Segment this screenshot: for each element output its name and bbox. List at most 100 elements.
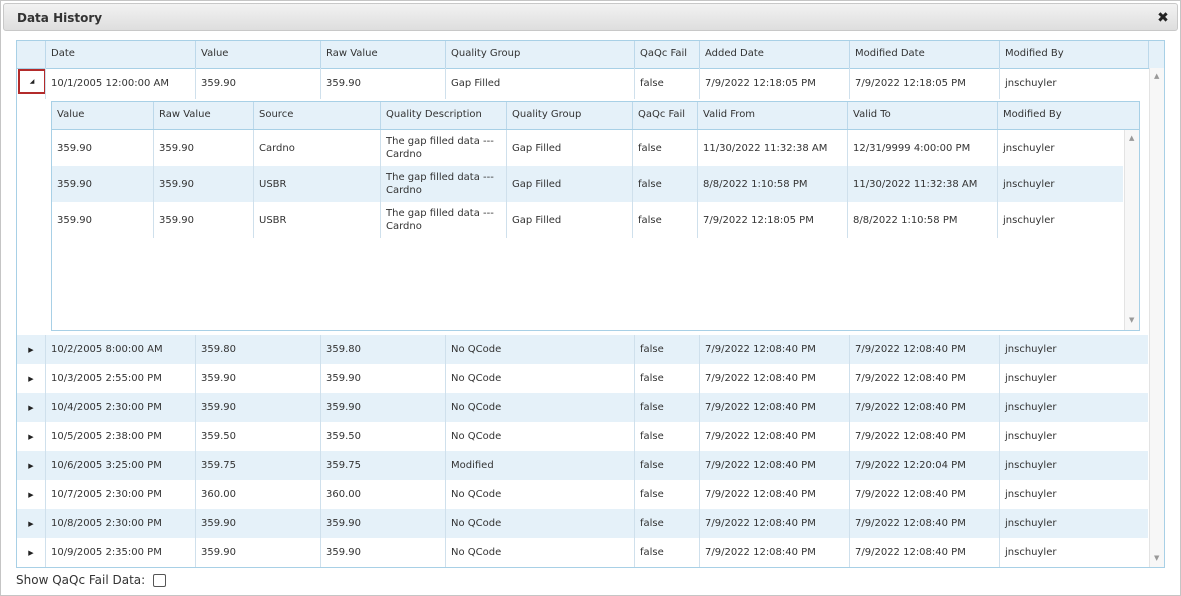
detail-cell-valid-to: 11/30/2022 11:32:38 AM: [847, 166, 997, 202]
detail-column-header-qaqc-fail[interactable]: QaQc Fail: [632, 102, 697, 129]
cell-modified-by: jnschuyler: [999, 393, 1148, 422]
cell-quality-group: No QCode: [445, 538, 634, 567]
cell-modified-by: jnschuyler: [999, 364, 1148, 393]
cell-value: 359.90: [195, 393, 320, 422]
detail-cell-raw-value: 359.90: [153, 202, 253, 238]
table-row[interactable]: ▶ 10/3/2005 2:55:00 PM 359.90 359.90 No QCod…: [17, 364, 1148, 393]
detail-column-header-valid-from[interactable]: Valid From: [697, 102, 847, 129]
cell-date: 10/8/2005 2:30:00 PM: [45, 509, 195, 538]
cell-qaqc-fail: false: [634, 422, 699, 451]
expand-caret-icon[interactable]: ▶: [17, 538, 45, 567]
detail-cell-value: 359.90: [57, 214, 92, 226]
cell-added-date: 7/9/2022 12:08:40 PM: [699, 451, 849, 480]
scroll-up-icon[interactable]: ▲: [1154, 72, 1159, 80]
detail-row: Value Raw Value Source Quality Description Q…: [17, 100, 1148, 335]
cell-quality-group: No QCode: [445, 335, 634, 364]
collapse-caret-icon[interactable]: ◢: [18, 69, 46, 94]
detail-cell-valid-from: 7/9/2022 12:18:05 PM: [697, 202, 847, 238]
detail-cell-qaqc-fail: false: [632, 202, 697, 238]
column-header-raw-value[interactable]: Raw Value: [320, 41, 445, 68]
cell-added-date: 7/9/2022 12:08:40 PM: [699, 509, 849, 538]
cell-value: 359.90: [195, 68, 320, 99]
table-row[interactable]: ◢ 10/1/2005 12:00:00 AM 359.90 359.90 Gap Fi…: [17, 68, 1148, 99]
cell-date: 10/9/2005 2:35:00 PM: [45, 538, 195, 567]
detail-cell-qaqc-fail: false: [632, 130, 697, 166]
data-history-dialog: Data History ✖ Date Value Raw Value Quality…: [0, 0, 1181, 596]
cell-modified-by: jnschuyler: [999, 335, 1148, 364]
cell-value: 359.50: [195, 422, 320, 451]
close-icon[interactable]: ✖: [1155, 10, 1171, 26]
cell-date: 10/7/2005 2:30:00 PM: [45, 480, 195, 509]
detail-cell-quality-group: Gap Filled: [506, 166, 632, 202]
cell-quality-group: Gap Filled: [445, 68, 634, 99]
detail-scroll-up-icon[interactable]: ▲: [1129, 134, 1134, 142]
cell-quality-group: No QCode: [445, 422, 634, 451]
cell-raw-value: 359.50: [320, 422, 445, 451]
column-header-date[interactable]: Date: [45, 41, 195, 68]
table-row[interactable]: ▶ 10/9/2005 2:35:00 PM 359.90 359.90 No QCod…: [17, 538, 1148, 567]
table-row[interactable]: ▶ 10/8/2005 2:30:00 PM 359.90 359.90 No QCod…: [17, 509, 1148, 538]
detail-table-row[interactable]: 359.90 359.90 USBR The gap filled data --- …: [52, 202, 1123, 238]
cell-raw-value: 359.90: [320, 364, 445, 393]
column-header-qaqc-fail[interactable]: QaQc Fail: [634, 41, 699, 68]
expand-caret-icon[interactable]: ▶: [17, 393, 45, 422]
detail-cell-raw-value: 359.90: [153, 130, 253, 166]
grid-header: Date Value Raw Value Quality Group QaQc Fail…: [17, 41, 1164, 69]
detail-column-header-value[interactable]: Value: [52, 102, 153, 129]
expand-caret-icon[interactable]: ▶: [17, 364, 45, 393]
detail-table-row[interactable]: 359.90 359.90 Cardno The gap filled data --…: [52, 130, 1123, 166]
table-row[interactable]: ▶ 10/2/2005 8:00:00 AM 359.80 359.80 No QCod…: [17, 335, 1148, 364]
expand-caret-icon[interactable]: ▶: [17, 480, 45, 509]
expand-caret-icon[interactable]: ▶: [17, 451, 45, 480]
detail-scroll-down-icon[interactable]: ▼: [1129, 316, 1134, 324]
column-header-added-date[interactable]: Added Date: [699, 41, 849, 68]
detail-grid-header: Value Raw Value Source Quality Description Q…: [52, 102, 1139, 130]
expand-caret-icon[interactable]: ▶: [17, 422, 45, 451]
detail-column-header-valid-to[interactable]: Valid To: [847, 102, 997, 129]
detail-grid-scrollbar[interactable]: ▲ ▼: [1124, 130, 1139, 330]
detail-column-header-modified-by[interactable]: Modified By: [997, 102, 1124, 129]
detail-column-header-source[interactable]: Source: [253, 102, 380, 129]
column-header-value[interactable]: Value: [195, 41, 320, 68]
cell-quality-group: No QCode: [445, 364, 634, 393]
show-qaqc-fail-label: Show QaQc Fail Data:: [16, 573, 146, 587]
scroll-down-icon[interactable]: ▼: [1154, 554, 1159, 562]
history-grid: Date Value Raw Value Quality Group QaQc Fail…: [16, 40, 1165, 568]
detail-column-header-quality-description[interactable]: Quality Description: [380, 102, 506, 129]
grid-scrollbar[interactable]: ▲ ▼: [1149, 68, 1164, 567]
cell-qaqc-fail: false: [634, 451, 699, 480]
cell-qaqc-fail: false: [634, 364, 699, 393]
table-row[interactable]: ▶ 10/6/2005 3:25:00 PM 359.75 359.75 Modifie…: [17, 451, 1148, 480]
table-row[interactable]: ▶ 10/4/2005 2:30:00 PM 359.90 359.90 No QCod…: [17, 393, 1148, 422]
expand-caret-icon[interactable]: ▶: [17, 509, 45, 538]
detail-column-header-quality-group[interactable]: Quality Group: [506, 102, 632, 129]
dialog-title: Data History: [17, 11, 103, 25]
cell-value: 359.80: [195, 335, 320, 364]
detail-cell-raw-value: 359.90: [153, 166, 253, 202]
cell-qaqc-fail: false: [634, 538, 699, 567]
expand-caret-icon[interactable]: ▶: [17, 335, 45, 364]
show-qaqc-fail-checkbox[interactable]: [153, 573, 167, 587]
column-header-modified-by[interactable]: Modified By: [999, 41, 1148, 68]
detail-cell-qaqc-fail: false: [632, 166, 697, 202]
cell-raw-value: 359.90: [320, 538, 445, 567]
detail-cell-value: 359.90: [57, 142, 92, 154]
cell-modified-date: 7/9/2022 12:08:40 PM: [849, 422, 999, 451]
cell-modified-date: 7/9/2022 12:08:40 PM: [849, 364, 999, 393]
column-header-quality-group[interactable]: Quality Group: [445, 41, 634, 68]
table-row[interactable]: ▶ 10/5/2005 2:38:00 PM 359.50 359.50 No QCod…: [17, 422, 1148, 451]
detail-cell-value: 359.90: [57, 178, 92, 190]
table-row[interactable]: ▶ 10/7/2005 2:30:00 PM 360.00 360.00 No QCod…: [17, 480, 1148, 509]
column-header-modified-date[interactable]: Modified Date: [849, 41, 999, 68]
cell-date: 10/6/2005 3:25:00 PM: [45, 451, 195, 480]
detail-cell-valid-to: 8/8/2022 1:10:58 PM: [847, 202, 997, 238]
cell-value: 360.00: [195, 480, 320, 509]
cell-modified-by: jnschuyler: [999, 509, 1148, 538]
detail-table-row[interactable]: 359.90 359.90 USBR The gap filled data --- …: [52, 166, 1123, 202]
header-scroll-spacer: [1148, 41, 1164, 68]
cell-modified-date: 7/9/2022 12:08:40 PM: [849, 480, 999, 509]
cell-raw-value: 359.75: [320, 451, 445, 480]
detail-column-header-raw-value[interactable]: Raw Value: [153, 102, 253, 129]
detail-cell-valid-from: 8/8/2022 1:10:58 PM: [697, 166, 847, 202]
cell-modified-by: jnschuyler: [999, 480, 1148, 509]
